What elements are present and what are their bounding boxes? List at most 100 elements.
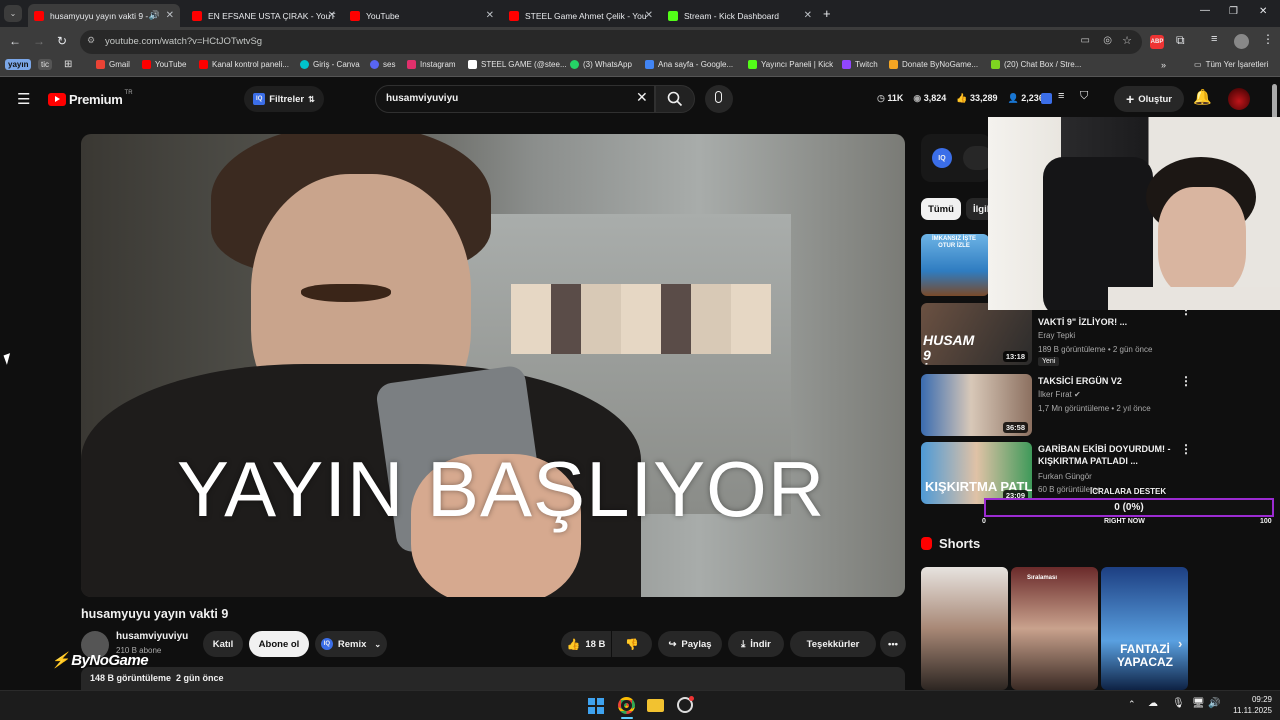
tab-active[interactable]: husamyuyu yayın vakti 9 - Y 🔊 ✕	[28, 4, 180, 27]
related-title[interactable]: TAKSİCİ ERGÜN V2	[1038, 375, 1178, 387]
speaker-icon[interactable]: 🔊	[149, 10, 160, 21]
minimize-icon[interactable]: —	[1200, 5, 1210, 16]
maximize-icon[interactable]: ❐	[1229, 6, 1238, 17]
iq-icon[interactable]: IQ	[932, 148, 952, 168]
reload-icon[interactable]: ↻	[57, 34, 67, 48]
close-window-icon[interactable]: ✕	[1259, 6, 1267, 17]
short-card[interactable]: Sıralaması	[1011, 567, 1098, 690]
filters-button[interactable]: IQ Filtreler ⇅	[244, 86, 324, 112]
related-title[interactable]: GARİBAN EKİBİ DOYURDUM! - KIŞKIRTMA PATL…	[1038, 443, 1178, 467]
search-button[interactable]	[655, 85, 695, 113]
subscribe-button[interactable]: Abone ol	[249, 631, 309, 657]
thanks-button[interactable]: Teşekkürler	[790, 631, 876, 657]
bookmark-chatbox[interactable]: (20) Chat Box / Stre...	[991, 60, 1081, 69]
cast-icon[interactable]: ▭	[1081, 35, 1090, 46]
bookmark-donate[interactable]: Donate ByNoGame...	[889, 60, 978, 69]
page-scrollbar[interactable]	[1272, 84, 1277, 119]
more-bookmarks-icon[interactable]: »	[1161, 60, 1166, 70]
like-button[interactable]: 👍 18 B	[561, 631, 611, 657]
hamburger-menu-icon[interactable]: ☰	[17, 90, 30, 108]
youtube-logo[interactable]: Premium TR	[48, 90, 133, 107]
search-input[interactable]: husamviyuviyu	[375, 85, 655, 113]
related-thumbnail[interactable]: KIŞKIRTMA PATL 23:09	[921, 442, 1032, 504]
close-tab-icon[interactable]: ✕	[804, 10, 812, 21]
new-tab-icon[interactable]: +	[823, 6, 831, 21]
all-bookmarks[interactable]: ▭ Tüm Yer İşaretleri	[1194, 60, 1268, 69]
dislike-button[interactable]: 👎	[612, 631, 652, 657]
tab[interactable]: STEEL Game Ahmet Çelik - You ✕	[503, 4, 659, 27]
more-actions-button[interactable]: •••	[880, 631, 906, 657]
shield-icon[interactable]: ⛉	[1080, 90, 1088, 103]
voice-search-button[interactable]	[705, 85, 733, 113]
short-card[interactable]	[921, 567, 1008, 690]
share-button[interactable]: ↪ Paylaş	[658, 631, 722, 657]
chip-all[interactable]: Tümü	[921, 198, 961, 220]
create-button[interactable]: + Oluştur	[1114, 86, 1184, 112]
related-channel[interactable]: Furkan Güngör	[1038, 472, 1092, 481]
related-channel[interactable]: İlker Fırat ✔	[1038, 390, 1081, 399]
tray-chevron-icon[interactable]: ⌃	[1128, 699, 1136, 710]
related-channel[interactable]: Eray Tepki	[1038, 331, 1075, 340]
related-title[interactable]: VAKTİ 9" İZLİYOR! ...	[1038, 316, 1178, 328]
related-thumbnail[interactable]: 36:58	[921, 374, 1032, 436]
back-icon[interactable]: ←	[9, 34, 21, 48]
iq-ext-icon[interactable]	[1041, 93, 1052, 104]
list-icon[interactable]: ≡	[1058, 90, 1064, 102]
address-bar[interactable]: ⚙ youtube.com/watch?v=HCtJOTwtvSg ▭ ◎ ☆	[80, 30, 1142, 54]
menu-icon[interactable]: ⋮	[1262, 32, 1274, 46]
more-options-icon[interactable]: ⋮	[1180, 442, 1192, 456]
bookmark-ses[interactable]: ses	[370, 60, 395, 69]
apps-grid-icon[interactable]: ⊞	[64, 59, 72, 70]
forward-icon[interactable]: →	[33, 34, 45, 48]
remix-button[interactable]: IQ Remix ⌄	[315, 631, 387, 657]
shorts-next-icon[interactable]: ›	[1178, 636, 1182, 651]
adblock-icon[interactable]: ABP	[1150, 35, 1164, 49]
network-icon[interactable]: 🖥	[1192, 698, 1205, 709]
close-tab-icon[interactable]: ✕	[166, 10, 174, 21]
related-thumbnail[interactable]: HUSAM 9 İZLIYOR 13:18	[921, 303, 1032, 365]
bookmark-folder[interactable]: yayın	[5, 59, 32, 70]
tab[interactable]: EN EFSANE USTA ÇIRAK - YouT ✕	[186, 4, 342, 27]
join-button[interactable]: Katıl	[203, 631, 243, 657]
notifications-bell-icon[interactable]: 🔔	[1193, 88, 1212, 106]
more-options-icon[interactable]: ⋮	[1180, 374, 1192, 388]
clear-search-icon[interactable]: ✕	[636, 89, 648, 106]
mic-tray-icon[interactable]: 🎙	[1172, 698, 1185, 709]
extensions-icon[interactable]: ⧉	[1176, 33, 1185, 48]
bookmark-tiktok[interactable]: STEEL GAME (@stee...	[468, 60, 567, 69]
bookmark-instagram[interactable]: Instagram	[407, 60, 456, 69]
bookmark-whatsapp[interactable]: (3) WhatsApp	[570, 60, 632, 69]
description-box[interactable]: 148 B görüntüleme 2 gün önce	[81, 667, 905, 690]
volume-icon[interactable]: 🔊	[1208, 698, 1220, 709]
windows-start-icon[interactable]	[588, 698, 604, 714]
chrome-taskbar-icon[interactable]	[618, 697, 635, 714]
bookmark-gmail[interactable]: Gmail	[96, 60, 130, 69]
bookmark-kick[interactable]: Yayıncı Paneli | Kick	[748, 60, 833, 69]
profile-avatar[interactable]	[1234, 34, 1249, 49]
account-avatar[interactable]	[1228, 88, 1250, 110]
tab[interactable]: YouTube ✕	[344, 4, 500, 27]
bookmark-google-drive[interactable]: Ana sayfa - Google...	[645, 60, 733, 69]
site-info-icon[interactable]: ⚙	[87, 35, 95, 46]
file-explorer-icon[interactable]	[647, 699, 664, 712]
eye-off-icon[interactable]: ◎	[1103, 35, 1112, 46]
video-player[interactable]: YAYIN BAŞLIYOR	[81, 134, 905, 597]
clock[interactable]: 09:29 11.11.2025	[1226, 694, 1272, 716]
tab-search-icon[interactable]: ⌄	[4, 5, 22, 22]
download-button[interactable]: ⤓ İndir	[728, 631, 784, 657]
bookmark-channel-panel[interactable]: Kanal kontrol paneli...	[199, 60, 289, 69]
star-icon[interactable]: ☆	[1122, 34, 1132, 47]
channel-name[interactable]: husamviyuviyu	[116, 631, 188, 642]
cloud-icon[interactable]: ☁	[1148, 698, 1158, 709]
short-card[interactable]: FANTAZİ YAPACAZ	[1101, 567, 1188, 690]
bookmark-twitch[interactable]: Twitch	[842, 60, 878, 69]
bookmark-canva[interactable]: Giriş - Canva	[300, 60, 360, 69]
bookmark-folder[interactable]: tic	[38, 59, 52, 70]
close-tab-icon[interactable]: ✕	[645, 10, 653, 21]
bookmark-youtube[interactable]: YouTube	[142, 60, 186, 69]
chip-related[interactable]: İlgil	[966, 198, 988, 220]
media-icon[interactable]: ≡	[1211, 33, 1217, 45]
close-tab-icon[interactable]: ✕	[328, 10, 336, 21]
related-thumbnail[interactable]: İMKANSIZ İŞTE OTUR İZLE	[921, 234, 989, 296]
close-tab-icon[interactable]: ✕	[486, 10, 494, 21]
